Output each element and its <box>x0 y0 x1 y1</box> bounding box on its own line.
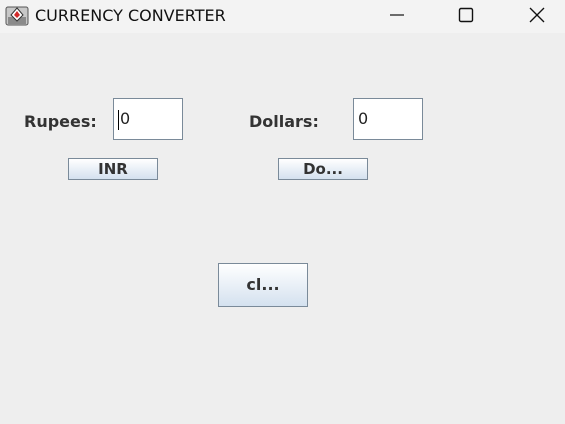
dollars-value: 0 <box>358 109 369 128</box>
java-app-icon <box>5 4 29 28</box>
maximize-icon <box>458 7 474 27</box>
minimize-icon <box>389 7 405 27</box>
dollar-button[interactable]: Do... <box>278 158 368 180</box>
content-panel: Rupees: 0 Dollars: 0 INR Do... cl... <box>0 33 565 424</box>
close-button[interactable] <box>515 0 559 33</box>
rupees-input[interactable]: 0 <box>113 98 183 140</box>
clear-button[interactable]: cl... <box>218 263 308 307</box>
minimize-button[interactable] <box>375 0 419 33</box>
rupees-value: 0 <box>120 109 131 128</box>
dollars-input[interactable]: 0 <box>353 98 423 140</box>
inr-button[interactable]: INR <box>68 158 158 180</box>
maximize-button[interactable] <box>444 0 488 33</box>
dollars-label: Dollars: <box>249 112 319 131</box>
window-title: CURRENCY CONVERTER <box>35 6 226 25</box>
rupees-label: Rupees: <box>24 112 97 131</box>
close-icon <box>528 6 546 28</box>
currency-converter-window: CURRENCY CONVERTER Rupees: 0 Dollars: 0 … <box>0 0 565 424</box>
title-bar[interactable]: CURRENCY CONVERTER <box>0 0 565 33</box>
text-caret <box>118 109 119 130</box>
